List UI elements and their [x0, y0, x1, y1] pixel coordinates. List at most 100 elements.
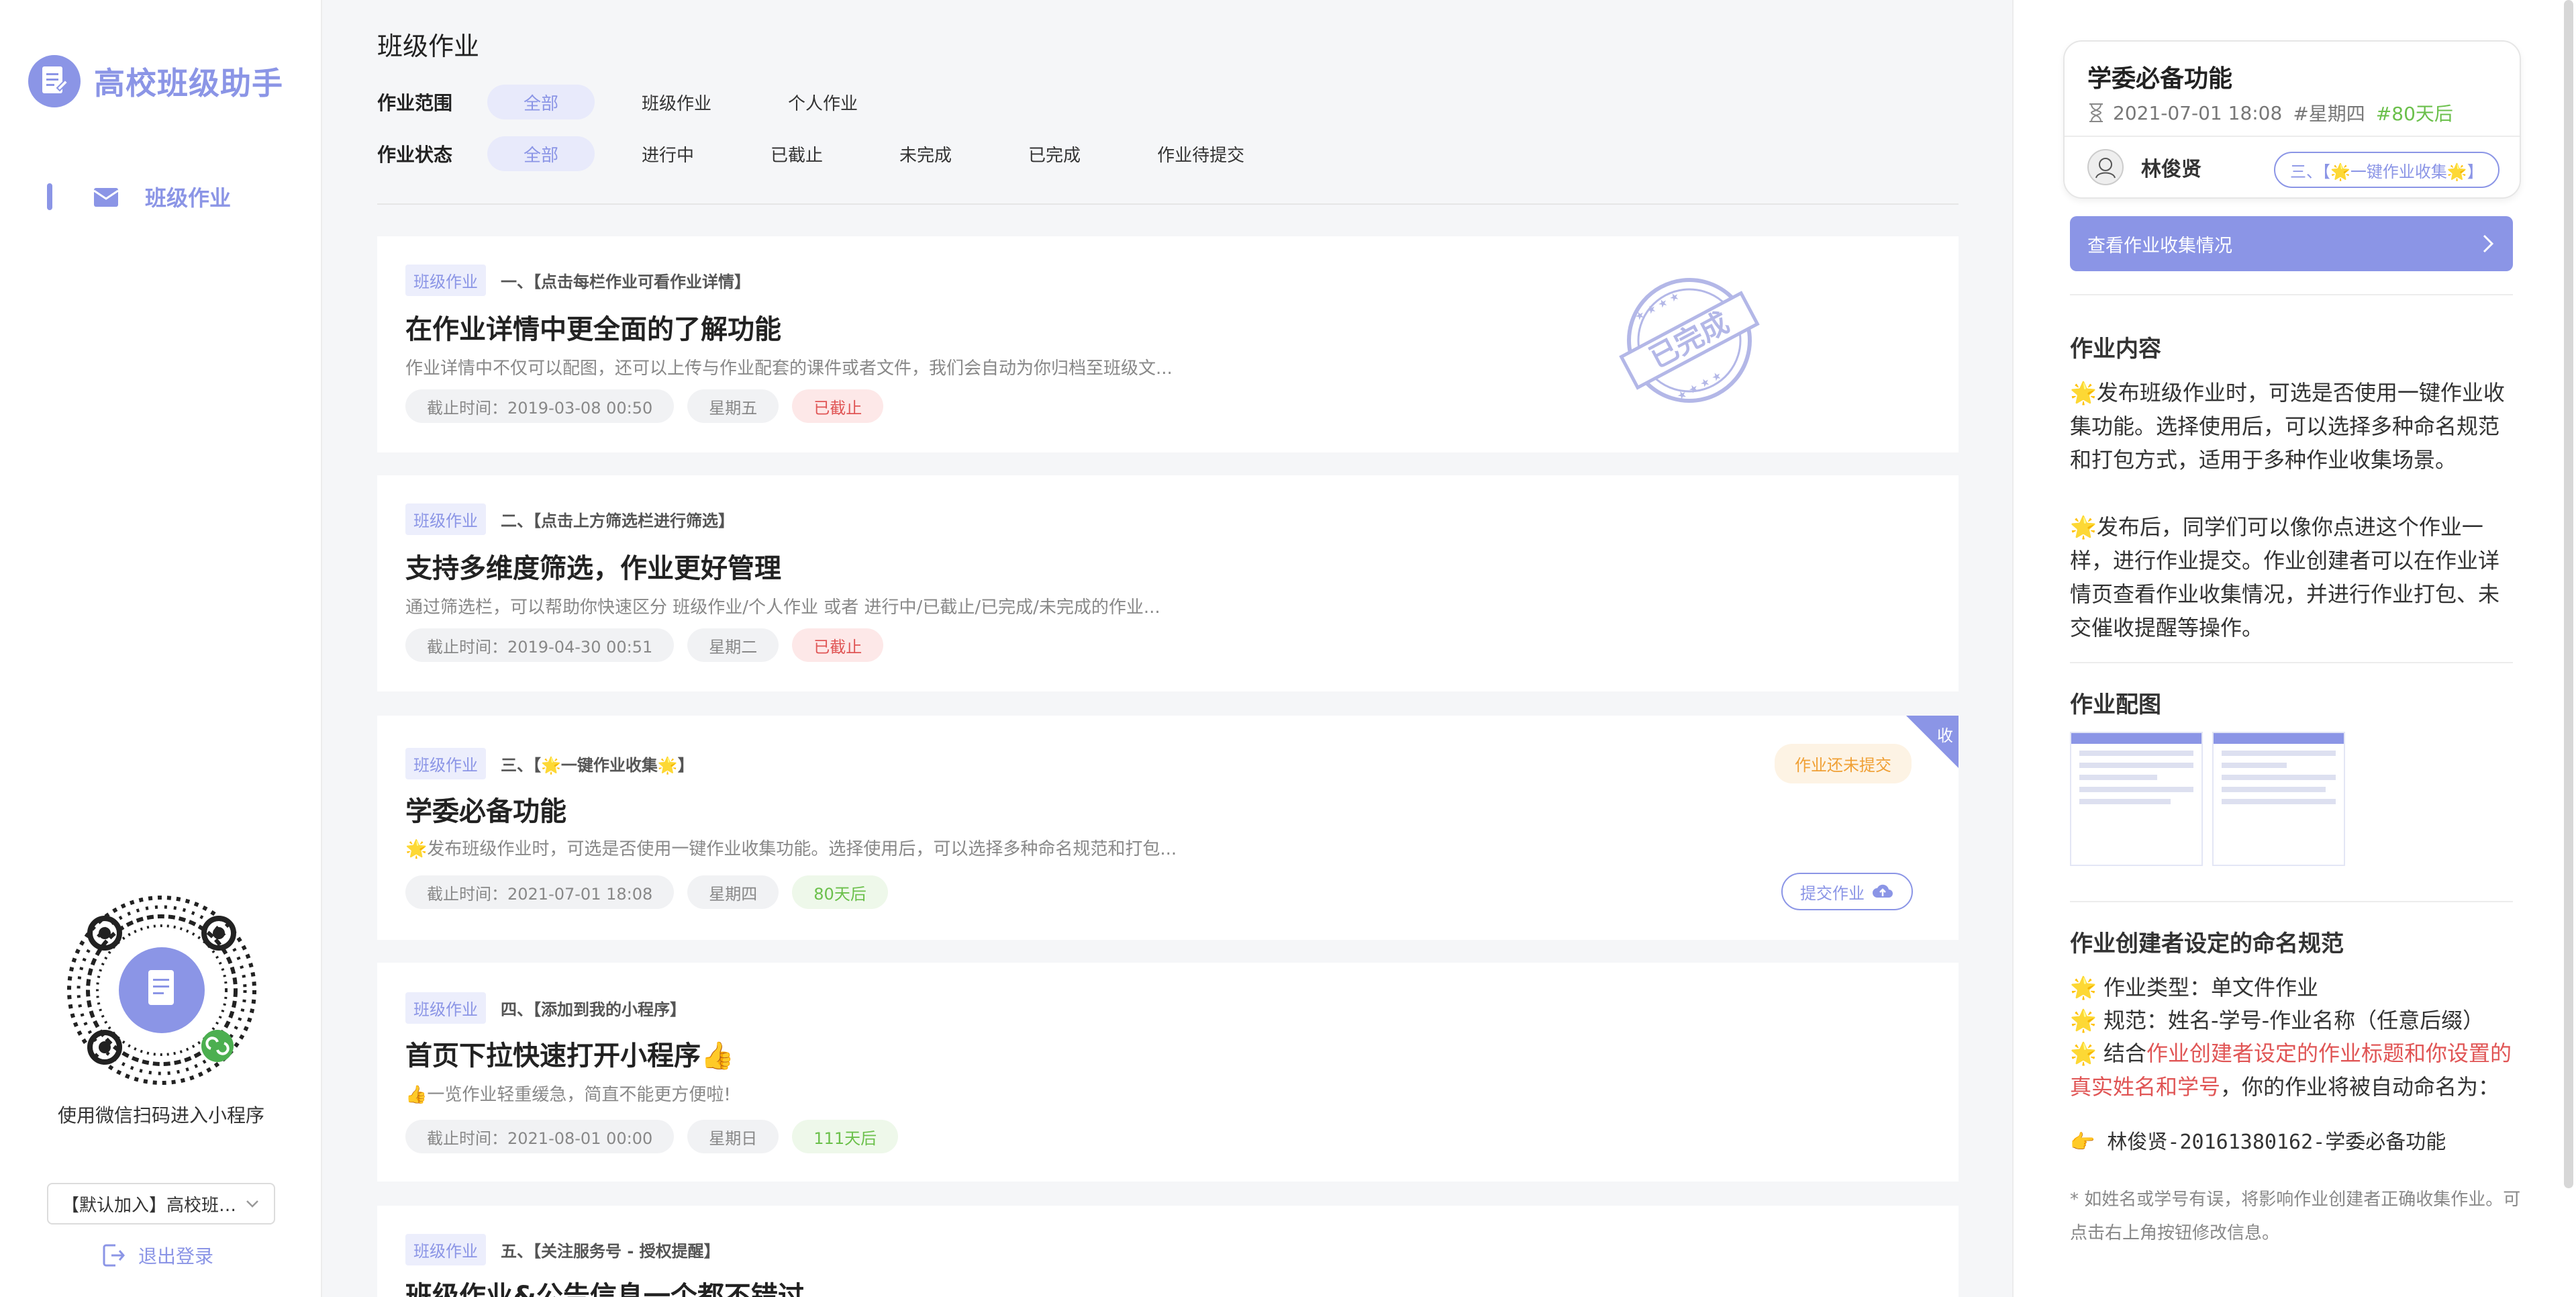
deadline-pill: 截止时间：2021-07-01 18:08: [405, 875, 675, 909]
homework-subtitle: 三、【🌟一键作业收集🌟】: [501, 756, 694, 775]
homework-card[interactable]: 班级作业 一、【点击每栏作业可看作业详情】 在作业详情中更全面的了解功能 作业详…: [377, 236, 1959, 452]
homework-card[interactable]: 班级作业 五、【关注服务号 - 授权提醒】 班级作业&公告信息一个都不错过: [377, 1206, 1959, 1297]
status-badge: 已截止: [792, 389, 884, 423]
app-logo-icon: [28, 55, 81, 107]
app-name: 高校班级助手: [94, 65, 283, 101]
chevron-right-icon: [2483, 234, 2494, 253]
filter-chip-completed[interactable]: 已完成: [999, 136, 1110, 171]
homework-type-tag: 班级作业: [405, 992, 486, 1024]
cloud-upload-icon: [1873, 884, 1893, 898]
status-badge: 已截止: [792, 628, 884, 662]
logout-icon: [103, 1244, 125, 1267]
homework-title-chip[interactable]: 三、【🌟一键作业收集🌟】: [2274, 152, 2499, 188]
filter-chip-status-all[interactable]: 全部: [487, 136, 595, 171]
scrollbar[interactable]: [2564, 0, 2573, 1188]
status-filter: 作业状态 全部 进行中 已截止 未完成 已完成 作业待提交: [377, 136, 1291, 171]
chevron-down-icon: [246, 1200, 258, 1208]
detail-meta: 2021-07-01 18:08 #星期四 #80天后: [2087, 99, 2453, 126]
countdown-badge: 80天后: [792, 875, 888, 909]
weekday-pill: 星期五: [687, 389, 779, 423]
filter-chip-pending-submit[interactable]: 作业待提交: [1128, 136, 1274, 171]
homework-subtitle: 二、【点击上方筛选栏进行筛选】: [501, 512, 734, 530]
homework-title: 班级作业&公告信息一个都不错过: [405, 1281, 805, 1297]
homework-detail-panel: 学委必备功能 2021-07-01 18:08 #星期四 #80天后 林俊贤 三…: [2012, 0, 2576, 1297]
homework-title: 首页下拉快速打开小程序👍: [405, 1041, 734, 1071]
not-submitted-badge: 作业还未提交: [1775, 744, 1912, 783]
homework-title: 在作业详情中更全面的了解功能: [405, 314, 781, 345]
countdown-badge: 111天后: [792, 1120, 899, 1153]
homework-card[interactable]: 班级作业 三、【🌟一键作业收集🌟】 学委必备功能 🌟发布班级作业时，可选是否使用…: [377, 716, 1959, 940]
rule-combine-prefix: 🌟 结合: [2070, 1041, 2147, 1066]
homework-image-thumbnail[interactable]: [2212, 732, 2345, 866]
content-heading: 作业内容: [2070, 336, 2161, 363]
logout-button[interactable]: 退出登录: [101, 1242, 213, 1269]
filter-chip-scope-all[interactable]: 全部: [487, 85, 595, 119]
logout-label: 退出登录: [138, 1245, 214, 1267]
auto-file-name: 👉 林俊贤-20161380162-学委必备功能: [2070, 1131, 2446, 1154]
naming-rule-heading: 作业创建者设定的命名规范: [2070, 930, 2344, 957]
sidebar-item-label: 班级作业: [145, 185, 232, 211]
weekday-pill: 星期二: [687, 628, 779, 662]
active-indicator: [47, 183, 52, 210]
filter-label: 作业状态: [377, 144, 453, 166]
detail-summary-card: 学委必备功能 2021-07-01 18:08 #星期四 #80天后 林俊贤 三…: [2063, 40, 2521, 199]
homework-subtitle: 四、【添加到我的小程序】: [501, 1000, 686, 1019]
filter-chip-in-progress[interactable]: 进行中: [612, 136, 724, 171]
homework-desc: 通过筛选栏，可以帮助你快速区分 班级作业/个人作业 或者 进行中/已截止/已完成…: [405, 597, 1160, 618]
homework-desc: 作业详情中不仅可以配图，还可以上传与作业配套的课件或者文件，我们会自动为你归档至…: [405, 358, 1173, 379]
envelope-icon: [93, 188, 119, 207]
submit-homework-button[interactable]: 提交作业: [1781, 873, 1913, 910]
qr-caption: 使用微信扫码进入小程序: [57, 1104, 264, 1126]
sidebar: 高校班级助手 班级作业 使用微信扫码进入小程序 【默认加入】高校班级 退出登录: [0, 0, 322, 1297]
deadline-pill: 截止时间：2021-08-01 00:00: [405, 1120, 675, 1153]
filter-label: 作业范围: [377, 92, 453, 114]
hourglass-icon: [2089, 103, 2103, 122]
homework-desc: 👍一览作业轻重缓急，简直不能更方便啦!: [405, 1085, 731, 1105]
content-paragraph-2: 🌟发布后，同学们可以像你点进这个作业一样，进行作业提交。作业创建者可以在作业详情…: [2070, 514, 2500, 640]
divider: [2065, 136, 2520, 137]
rule-combine-suffix: ，你的作业将被自动命名为：: [2220, 1074, 2500, 1100]
view-collection-label: 查看作业收集情况: [2087, 235, 2232, 256]
brand: 高校班级助手: [28, 55, 283, 107]
detail-title: 学委必备功能: [2087, 65, 2233, 93]
homework-card[interactable]: 班级作业 二、【点击上方筛选栏进行筛选】 支持多维度筛选，作业更好管理 通过筛选…: [377, 475, 1959, 691]
homework-type-tag: 班级作业: [405, 748, 486, 779]
detail-countdown: #80天后: [2375, 103, 2453, 125]
name-hint-note: * 如姓名或学号有误，将影响作业创建者正确收集作业。可点击右上角按钮修改信息。: [2070, 1190, 2521, 1243]
creator-name: 林俊贤: [2141, 158, 2201, 181]
svg-text:★ ★ ★ ★: ★ ★ ★ ★: [1675, 369, 1724, 403]
filter-chip-scope-class[interactable]: 班级作业: [612, 85, 741, 119]
collect-corner-label: 收: [1937, 726, 1953, 745]
filter-chip-scope-personal[interactable]: 个人作业: [758, 85, 887, 119]
sidebar-item-class-homework[interactable]: 班级作业: [47, 181, 231, 212]
homework-type-tag: 班级作业: [405, 503, 486, 535]
homework-subtitle: 五、【关注服务号 - 授权提醒】: [501, 1242, 720, 1261]
homework-title: 支持多维度筛选，作业更好管理: [405, 553, 781, 584]
submit-label: 提交作业: [1800, 883, 1865, 903]
homework-type-tag: 班级作业: [405, 1234, 486, 1265]
detail-date: 2021-07-01 18:08: [2113, 101, 2283, 124]
filter-chip-closed[interactable]: 已截止: [741, 136, 852, 171]
divider: [2070, 294, 2513, 295]
images-heading: 作业配图: [2070, 691, 2161, 718]
deadline-pill: 截止时间：2019-03-08 00:50: [405, 389, 675, 423]
deadline-pill: 截止时间：2019-04-30 00:51: [405, 628, 675, 662]
weekday-pill: 星期四: [687, 875, 779, 909]
content-paragraph-1: 🌟发布班级作业时，可选是否使用一键作业收集功能。选择使用后，可以选择多种命名规范…: [2070, 380, 2505, 473]
homework-list-panel: 班级作业 作业范围 全部 班级作业 个人作业 作业状态 全部 进行中 已截止 未…: [324, 0, 2012, 1297]
stamp-text: 已完成: [1644, 305, 1734, 374]
homework-title: 学委必备功能: [405, 796, 566, 827]
scope-filter: 作业范围 全部 班级作业 个人作业: [377, 85, 905, 119]
view-collection-button[interactable]: 查看作业收集情况: [2070, 216, 2513, 271]
homework-image-thumbnail[interactable]: [2070, 732, 2203, 866]
divider: [2070, 901, 2513, 902]
class-select-value: 【默认加入】高校班级助手: [62, 1195, 238, 1216]
completed-stamp: ★ ★ ★ ★ ★ ★ ★ ★ 已完成: [1619, 278, 1760, 403]
weekday-pill: 星期日: [687, 1120, 779, 1153]
class-select[interactable]: 【默认加入】高校班级助手: [47, 1183, 275, 1224]
homework-card[interactable]: 班级作业 四、【添加到我的小程序】 首页下拉快速打开小程序👍 👍一览作业轻重缓急…: [377, 963, 1959, 1182]
page-title: 班级作业: [377, 32, 480, 61]
homework-desc: 🌟发布班级作业时，可选是否使用一键作业收集功能。选择使用后，可以选择多种命名规范…: [405, 839, 1177, 859]
homework-type-tag: 班级作业: [405, 265, 486, 296]
filter-chip-incomplete[interactable]: 未完成: [870, 136, 981, 171]
